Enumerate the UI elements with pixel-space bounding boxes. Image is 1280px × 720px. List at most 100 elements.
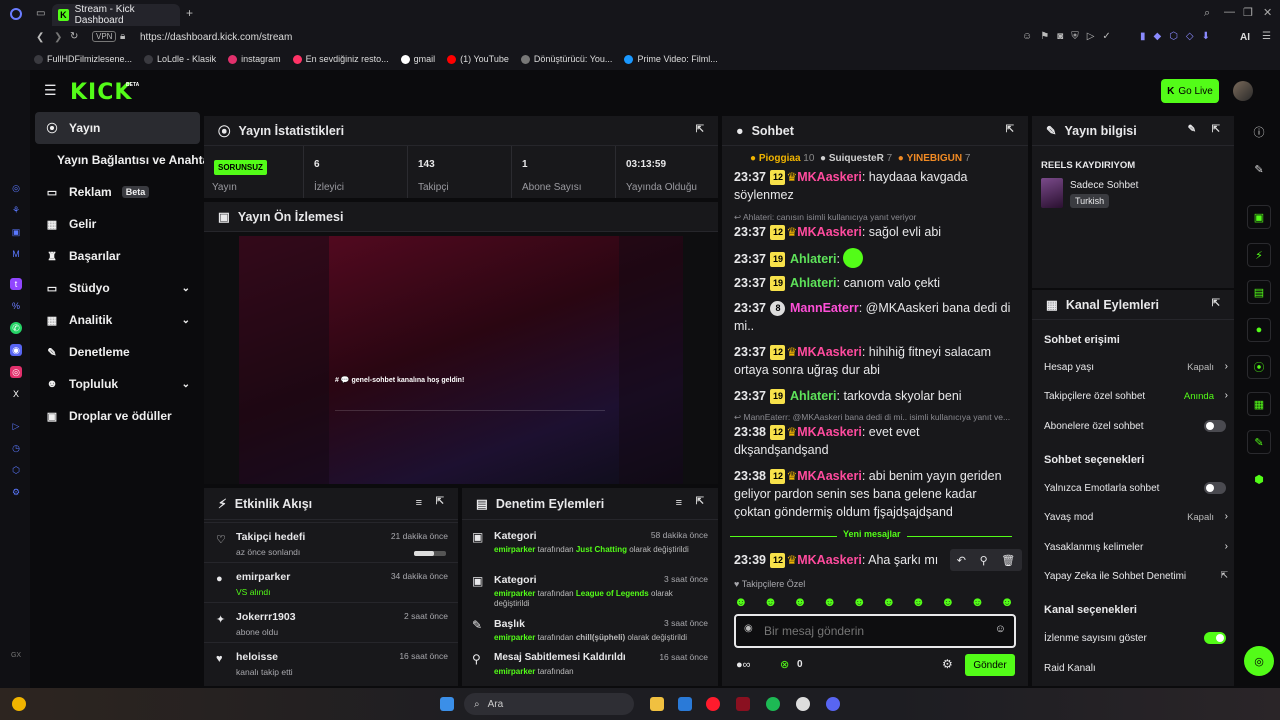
popout-icon[interactable]: ⇱ — [1212, 124, 1220, 135]
menu-icon[interactable]: ☰ — [1262, 31, 1271, 42]
bookmark-item[interactable]: FullHDFilmizlesene... — [34, 54, 132, 64]
minimize-icon[interactable]: — — [1224, 6, 1235, 18]
bookmark-item[interactable]: gmail — [400, 54, 435, 64]
document-icon[interactable]: ▤ — [1247, 280, 1271, 304]
popout-icon[interactable]: ⇱ — [696, 124, 704, 135]
category-thumbnail[interactable] — [1041, 178, 1063, 208]
nav-item-stream-key[interactable]: Yayın Bağlantısı ve Anahtarı — [35, 144, 217, 176]
emote-icon[interactable]: ☻ — [911, 594, 925, 610]
bookmark-item[interactable]: En sevdiğiniz resto... — [292, 54, 389, 64]
nav-item-basarilar[interactable]: ♜ Başarılar — [35, 240, 200, 272]
chat-message[interactable]: 23:37 19 Ahlateri: — [734, 248, 1014, 268]
opera-speed-dial-icon[interactable]: ◎ — [10, 182, 22, 194]
opera-logo-icon[interactable] — [10, 8, 22, 20]
emote-only-toggle[interactable] — [1204, 482, 1226, 494]
url-field[interactable]: https://dashboard.kick.com/stream — [140, 32, 292, 43]
chat-username[interactable]: Ahlateri — [790, 276, 837, 290]
bookmark-item[interactable]: Prime Video: Filml... — [624, 54, 718, 64]
moderation-row[interactable]: ▣ Kategori 58 dakika önce emirparker tar… — [462, 526, 718, 566]
chat-username[interactable]: MKAaskeri — [797, 553, 862, 567]
maximize-icon[interactable]: ❐ — [1243, 6, 1253, 19]
avatar[interactable] — [1233, 81, 1253, 101]
app-icon[interactable] — [796, 697, 810, 711]
chat-message[interactable]: 23:37 8 MannEaterr: @MKAaskeri bana dedi… — [734, 299, 1014, 335]
ai-button[interactable]: AI — [1240, 32, 1250, 43]
emote-icon[interactable]: ☻ — [764, 594, 778, 610]
popout-icon[interactable]: ⇱ — [696, 496, 704, 507]
kick-points-icon[interactable]: ●∞ — [736, 659, 751, 671]
activity-row[interactable]: ♥ heloisse kanalı takip etti 16 saat önc… — [204, 642, 458, 682]
chat-username[interactable]: MKAaskeri — [797, 170, 862, 184]
nav-item-analitik[interactable]: ▦ Analitik ⌄ — [35, 304, 200, 336]
nav-item-gelir[interactable]: ▦ Gelir — [35, 208, 200, 240]
twitch-icon[interactable]: t — [10, 278, 22, 290]
extension-tray-icons[interactable]: ▮◆⬡◇⬇ — [1140, 31, 1218, 42]
chat-message[interactable]: 23:37 12 ♛MKAaskeri: hihihiğ fitneyi sala… — [734, 343, 1014, 379]
chat-text-input[interactable] — [764, 622, 984, 640]
opera-flow-icon[interactable]: % — [10, 300, 22, 312]
lightning-icon[interactable]: ⚡︎ — [1247, 243, 1271, 267]
emote-icon[interactable]: ☻ — [734, 594, 748, 610]
subs-only-toggle[interactable] — [1204, 420, 1226, 432]
nav-item-reklam[interactable]: ▭ Reklam Beta — [35, 176, 200, 208]
activity-row[interactable]: ♡ Takipçi hedefi az önce sonlandı 21 dak… — [204, 522, 458, 562]
gifter-name[interactable]: YINEBIGUN — [907, 153, 963, 164]
account-age-row[interactable]: Hesap yaşı Kapalı › — [1044, 361, 1228, 373]
gx-icon[interactable]: GX — [10, 650, 22, 662]
spotify-icon[interactable] — [766, 697, 780, 711]
banned-words-row[interactable]: Yasaklanmış kelimeler › — [1044, 541, 1228, 553]
weather-icon[interactable] — [12, 697, 26, 711]
nav-item-topluluk[interactable]: ☻ Topluluk ⌄ — [35, 368, 200, 400]
filter-icon[interactable]: ≡ — [676, 497, 682, 509]
taskbar-search[interactable]: ⌕ Ara — [464, 693, 634, 715]
discord-icon[interactable]: ◉ — [10, 344, 22, 356]
discord-taskbar-icon[interactable] — [826, 697, 840, 711]
emote-icon[interactable]: ☻ — [1000, 594, 1014, 610]
chat-message[interactable]: 23:38 12 ♛MKAaskeri: evet evet dkşandşand… — [734, 423, 1014, 459]
close-icon[interactable]: ✕ — [1263, 6, 1272, 19]
edit-icon[interactable]: ✎ — [1188, 124, 1196, 135]
chat-message[interactable]: 23:37 19 Ahlateri: tarkovda skyolar beni — [734, 387, 1014, 405]
hamburger-menu-icon[interactable]: ☰ — [44, 82, 57, 99]
opera-aria-icon[interactable]: ⚘ — [10, 204, 22, 216]
emote-icon[interactable]: ☻ — [823, 594, 837, 610]
back-icon[interactable]: ❮ — [36, 32, 44, 43]
whatsapp-icon[interactable]: ✆ — [10, 322, 22, 334]
reload-icon[interactable]: ↻ — [70, 31, 78, 42]
emote-icon[interactable]: ☻ — [941, 594, 955, 610]
raid-row[interactable]: Raid Kanalı — [1044, 663, 1228, 674]
emote-icon[interactable]: ☻ — [793, 594, 807, 610]
chat-username[interactable]: MKAaskeri — [797, 469, 862, 483]
popout-icon[interactable]: ⇱ — [1212, 298, 1220, 309]
broadcast-icon[interactable]: ⦿ — [1247, 355, 1271, 379]
moderation-user[interactable]: emirparker — [494, 545, 535, 554]
history-icon[interactable]: ◷ — [10, 442, 22, 454]
bookmark-item[interactable]: Dönüştürücü: You... — [520, 54, 612, 64]
ai-moderation-row[interactable]: Yapay Zeka ile Sohbet Denetimi ⇱ — [1044, 570, 1228, 582]
chat-username[interactable]: MannEaterr — [790, 301, 859, 315]
channel-icon[interactable]: ▦ — [1247, 392, 1271, 416]
emote-icon[interactable]: ☻ — [852, 594, 866, 610]
file-explorer-icon[interactable] — [650, 697, 664, 711]
windows-start-icon[interactable] — [440, 697, 454, 711]
app-icon[interactable] — [736, 697, 750, 711]
chat-username[interactable]: Ahlateri — [790, 389, 837, 403]
edit-icon[interactable]: ✎ — [1247, 157, 1271, 181]
tab-overview-icon[interactable]: ▭ — [36, 8, 45, 19]
bookmark-item[interactable]: instagram — [228, 54, 281, 64]
slow-mode-row[interactable]: Yavaş mod Kapalı › — [1044, 511, 1228, 523]
chat-username[interactable]: MKAaskeri — [797, 225, 862, 239]
emote-icon[interactable]: ☻ — [882, 594, 896, 610]
category-name[interactable]: Sadece Sohbet — [1070, 180, 1138, 191]
filter-icon[interactable]: ≡ — [416, 497, 422, 509]
wrench-icon[interactable]: ✎ — [1247, 430, 1271, 454]
info-icon[interactable]: ⓘ — [1247, 120, 1271, 144]
new-messages-label[interactable]: Yeni mesajlar — [837, 529, 907, 539]
reply-icon[interactable]: ↶ — [957, 554, 966, 567]
chat-message[interactable]: 23:37 12 ♛MKAaskeri: sağol evli abi — [734, 223, 1014, 241]
clip-icon[interactable]: ▣ — [1247, 205, 1271, 229]
moderation-row[interactable]: ✎ Başlık 3 saat önce emirparker tarafınd… — [462, 614, 718, 648]
opera-pinboard-icon[interactable]: ⬡ — [10, 464, 22, 476]
search-tabs-icon[interactable]: ⌕ — [1204, 7, 1210, 20]
extensions-icons[interactable]: ☺⚑◙⛨▷✓ — [1022, 31, 1119, 42]
